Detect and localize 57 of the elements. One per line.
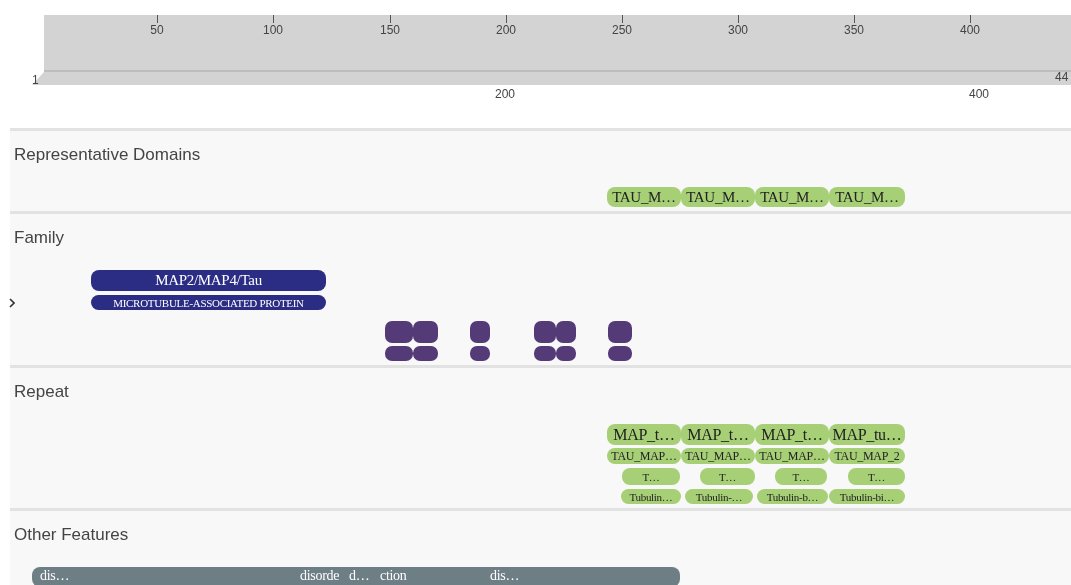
feature-pill[interactable]: TAU_MAP… bbox=[755, 448, 829, 464]
feature-pill[interactable]: Tubulin-b… bbox=[757, 489, 828, 504]
feature-pill[interactable]: TAU_M… bbox=[829, 187, 905, 207]
feature-label: ction bbox=[380, 568, 407, 584]
feature-pill[interactable]: TAU_MAP… bbox=[607, 448, 681, 464]
tick-label: 250 bbox=[612, 23, 632, 37]
feature-pill[interactable]: TAU_MAP… bbox=[681, 448, 755, 464]
feature-pill[interactable]: Tubulin… bbox=[621, 489, 681, 504]
feature-pill[interactable]: TAU_M… bbox=[681, 187, 755, 207]
feature-label: dis… bbox=[40, 568, 70, 584]
feature-pill[interactable]: MAP_t… bbox=[681, 424, 755, 445]
tick-label: 200 bbox=[496, 23, 516, 37]
feature-pill[interactable]: MAP_t… bbox=[607, 424, 681, 445]
feature-pill[interactable]: TAU_M… bbox=[755, 187, 829, 207]
feature-pill[interactable]: MICROTUBULE-ASSOCIATED PROTEIN bbox=[91, 295, 326, 310]
feature-block[interactable] bbox=[470, 321, 490, 343]
feature-block[interactable] bbox=[608, 321, 632, 343]
feature-pill[interactable]: T… bbox=[775, 468, 827, 485]
feature-pill[interactable]: T… bbox=[622, 468, 680, 485]
feature-label: dis… bbox=[490, 568, 520, 584]
end-label: 44 bbox=[1055, 70, 1069, 84]
feature-pill[interactable]: MAP_t… bbox=[755, 424, 829, 445]
feature-pill[interactable]: T… bbox=[700, 468, 755, 485]
feature-block[interactable] bbox=[385, 346, 413, 361]
feature-label: disorde bbox=[300, 568, 340, 584]
feature-pill[interactable]: MAP_tu… bbox=[829, 424, 905, 445]
tick-label: 400 bbox=[969, 87, 990, 101]
track-title: Family bbox=[14, 228, 65, 248]
feature-pill[interactable]: Tubulin-… bbox=[685, 489, 753, 504]
feature-block[interactable] bbox=[413, 321, 438, 343]
track-title: Repeat bbox=[14, 382, 69, 402]
feature-block[interactable] bbox=[556, 321, 576, 343]
chevron-icon[interactable] bbox=[9, 298, 15, 308]
feature-block[interactable] bbox=[470, 346, 490, 361]
feature-block[interactable] bbox=[413, 346, 438, 361]
tick-label: 200 bbox=[495, 87, 516, 101]
track-title: Representative Domains bbox=[14, 145, 201, 165]
feature-block[interactable] bbox=[534, 346, 556, 361]
feature-pill[interactable]: MAP2/MAP4/Tau bbox=[91, 270, 326, 291]
feature-block[interactable] bbox=[534, 321, 556, 343]
track-title: Other Features bbox=[14, 525, 129, 545]
feature-pill[interactable]: T… bbox=[848, 468, 905, 485]
tick-label: 350 bbox=[844, 23, 864, 37]
tick-label: 400 bbox=[960, 23, 980, 37]
feature-pill[interactable]: TAU_MAP_2 bbox=[829, 448, 905, 464]
tick-label: 50 bbox=[150, 23, 164, 37]
feature-block[interactable] bbox=[385, 321, 413, 343]
feature-block[interactable] bbox=[556, 346, 576, 361]
start-label: 1 bbox=[32, 73, 39, 87]
feature-pill[interactable]: Tubulin-bi… bbox=[829, 489, 905, 504]
tick-label: 100 bbox=[263, 23, 283, 37]
feature-pill[interactable]: TAU_M… bbox=[607, 187, 681, 207]
tick-label: 300 bbox=[728, 23, 748, 37]
feature-bar[interactable]: dis… disorde d… ction dis… bbox=[32, 567, 680, 585]
feature-block[interactable] bbox=[608, 346, 632, 361]
tick-label: 150 bbox=[380, 23, 400, 37]
feature-label: d… bbox=[349, 568, 370, 584]
